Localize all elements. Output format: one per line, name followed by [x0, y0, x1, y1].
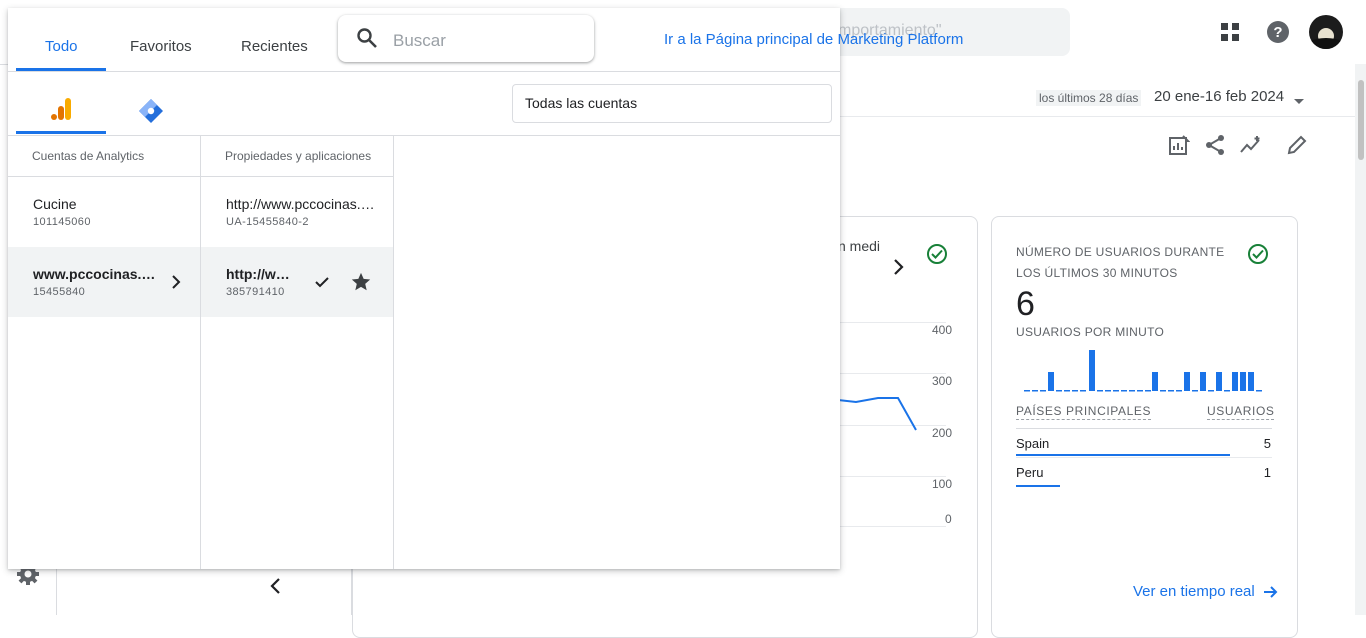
account-filter-value: Todas las cuentas — [525, 95, 638, 111]
users-per-minute-bar-chart — [1024, 350, 1262, 392]
check-circle-icon — [927, 244, 947, 264]
edit-pencil-icon[interactable] — [1284, 132, 1310, 158]
collapse-chevron-left-icon[interactable] — [268, 576, 284, 601]
realtime-card-title: NÚMERO DE USUARIOS DURANTE LOS ÚLTIMOS 3… — [1016, 245, 1225, 280]
arrow-right-icon[interactable] — [1263, 584, 1279, 605]
realtime-user-count: 6 — [1016, 285, 1035, 323]
tab-recent[interactable]: Recientes — [241, 38, 308, 55]
country-name: Peru — [1016, 465, 1044, 480]
search-icon — [356, 27, 378, 54]
properties-column-header: Propiedades y aplicaciones — [225, 149, 372, 163]
chart-gridline — [838, 373, 946, 374]
tag-manager-icon[interactable] — [138, 98, 164, 129]
chart-next-chevron-icon[interactable] — [890, 257, 906, 282]
date-dropdown-arrow-icon[interactable] — [1293, 93, 1305, 111]
date-range-value[interactable]: 20 ene-16 feb 2024 — [1154, 88, 1284, 105]
country-users-value: 5 — [1263, 436, 1271, 451]
property-id: UA-15455840-2 — [226, 216, 309, 228]
customize-report-icon[interactable] — [1166, 132, 1192, 158]
property-name: http://www.pccocinas.com — [226, 266, 298, 282]
account-id: 15455840 — [33, 286, 86, 298]
realtime-table-divider — [1016, 428, 1272, 429]
account-name: www.pccocinas.com — [33, 266, 157, 282]
svg-text:?: ? — [1273, 24, 1282, 41]
search-input[interactable]: Buscar — [393, 31, 446, 51]
chart-card-title-partial: n medi — [838, 238, 880, 254]
y-axis-tick: 200 — [932, 426, 953, 440]
realtime-row-divider — [1016, 457, 1272, 458]
tab-favorites[interactable]: Favoritos — [130, 38, 192, 55]
page-scrollbar-thumb[interactable] — [1358, 80, 1364, 160]
accounts-column-header: Cuentas de Analytics — [32, 149, 145, 163]
date-range-prefix: los últimos 28 días — [1036, 90, 1142, 106]
country-users-value: 1 — [1263, 465, 1271, 480]
check-circle-icon — [1248, 244, 1268, 264]
marketing-platform-home-link[interactable]: Ir a la Página principal de Marketing Pl… — [664, 31, 963, 48]
chevron-right-icon — [170, 274, 182, 295]
tab-all[interactable]: Todo — [45, 38, 78, 55]
list-item[interactable] — [8, 177, 200, 247]
apps-grid-icon[interactable] — [1210, 12, 1250, 52]
y-axis-tick: 300 — [932, 374, 953, 388]
avatar[interactable] — [1309, 15, 1343, 49]
country-name: Spain — [1016, 436, 1050, 451]
chart-gridline — [838, 476, 946, 477]
favorite-star-icon[interactable] — [350, 271, 372, 298]
checkmark-icon — [314, 275, 330, 294]
share-icon[interactable] — [1202, 132, 1228, 158]
property-name: http://www.pccocinas.com/ — [226, 196, 380, 212]
property-id: 385791410 — [226, 286, 285, 298]
view-realtime-link[interactable]: Ver en tiempo real — [1133, 583, 1255, 600]
chart-gridline — [838, 322, 946, 323]
y-axis-tick: 100 — [932, 477, 953, 491]
country-share-bar — [1016, 454, 1230, 456]
active-product-indicator — [16, 131, 106, 134]
chart-series-line — [838, 397, 917, 431]
chart-gridline — [838, 526, 946, 527]
google-analytics-icon[interactable] — [48, 96, 74, 127]
column-separator — [393, 136, 394, 569]
picker-divider — [8, 71, 840, 72]
top-countries-header: PAÍSES PRINCIPALES — [1016, 404, 1152, 420]
list-item[interactable] — [201, 177, 393, 247]
account-id: 101145060 — [33, 216, 91, 228]
users-column-header: USUARIOS — [1207, 404, 1275, 420]
insights-icon[interactable] — [1238, 132, 1264, 158]
help-icon[interactable]: ? — [1258, 12, 1298, 52]
account-name: Cucine — [33, 196, 77, 212]
picker-divider — [8, 135, 840, 136]
country-share-bar — [1016, 485, 1060, 487]
y-axis-tick: 400 — [932, 323, 953, 337]
y-axis-tick: 0 — [945, 512, 952, 526]
users-per-minute-label: USUARIOS POR MINUTO — [1016, 325, 1165, 339]
